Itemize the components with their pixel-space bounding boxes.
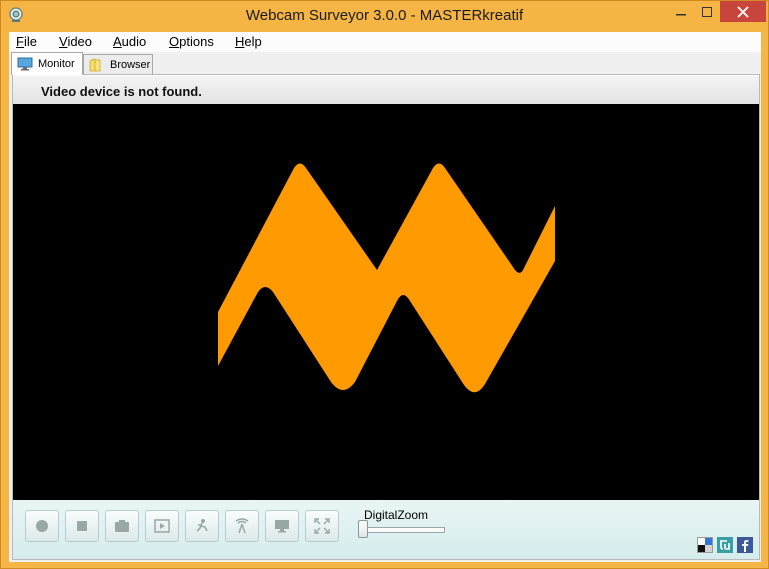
- broadcast-button[interactable]: [225, 510, 259, 542]
- fullscreen-icon: [314, 518, 330, 534]
- display-icon: [275, 520, 289, 533]
- title-bar[interactable]: Webcam Surveyor 3.0.0 - MASTERkreatif: [1, 1, 768, 31]
- status-message: Video device is not found.: [41, 84, 202, 99]
- play-recordings-button[interactable]: [145, 510, 179, 542]
- maximize-icon: [702, 6, 712, 17]
- record-icon: [36, 520, 48, 532]
- digital-zoom-thumb[interactable]: [358, 520, 368, 538]
- record-button[interactable]: [25, 510, 59, 542]
- tab-strip: Monitor Browser: [9, 52, 761, 75]
- folder-icon: [89, 58, 105, 72]
- minimize-button[interactable]: [668, 1, 694, 22]
- fullscreen-button[interactable]: [305, 510, 339, 542]
- status-bar: Video device is not found.: [13, 76, 759, 104]
- tab-browser[interactable]: Browser: [83, 54, 153, 74]
- display-button[interactable]: [265, 510, 299, 542]
- minimize-icon: [676, 13, 686, 15]
- control-bar: DigitalZoom: [13, 500, 759, 559]
- snapshot-icon: [115, 520, 129, 532]
- masterkreatif-logo: [218, 163, 555, 393]
- menu-audio[interactable]: Audio: [113, 34, 146, 49]
- maximize-button[interactable]: [694, 1, 720, 22]
- play-recordings-icon: [154, 519, 170, 533]
- menu-help[interactable]: Help: [235, 34, 262, 49]
- stop-icon: [77, 521, 87, 531]
- tab-monitor-label: Monitor: [38, 58, 75, 70]
- digital-zoom-label: DigitalZoom: [364, 508, 429, 522]
- menu-bar: File Video Audio Options Help: [9, 32, 761, 52]
- stumbleupon-icon: [720, 540, 730, 550]
- client-area: File Video Audio Options Help Monitor Br…: [9, 32, 761, 562]
- delicious-icon: [698, 538, 712, 552]
- monitor-panel: Video device is not found. DigitalZoom: [12, 74, 760, 560]
- video-preview[interactable]: [13, 104, 759, 500]
- monitor-icon: [17, 57, 33, 71]
- digital-zoom-track[interactable]: [361, 527, 445, 533]
- window-title: Webcam Surveyor 3.0.0 - MASTERkreatif: [245, 7, 524, 24]
- stumbleupon-link[interactable]: [717, 537, 733, 553]
- menu-options[interactable]: Options: [169, 34, 214, 49]
- motion-detection-button[interactable]: [185, 510, 219, 542]
- menu-video[interactable]: Video: [59, 34, 92, 49]
- tab-browser-label: Browser: [110, 58, 151, 71]
- app-window: Webcam Surveyor 3.0.0 - MASTERkreatif Fi…: [0, 0, 769, 569]
- motion-detection-icon: [196, 519, 208, 532]
- facebook-icon: [742, 540, 749, 552]
- broadcast-icon: [235, 518, 249, 534]
- close-button[interactable]: [720, 1, 766, 22]
- close-icon: [737, 5, 749, 18]
- stop-button[interactable]: [65, 510, 99, 542]
- facebook-link[interactable]: [737, 537, 753, 553]
- delicious-link[interactable]: [697, 537, 713, 553]
- tab-monitor[interactable]: Monitor: [11, 52, 83, 75]
- menu-file[interactable]: File: [16, 34, 37, 49]
- snapshot-button[interactable]: [105, 510, 139, 542]
